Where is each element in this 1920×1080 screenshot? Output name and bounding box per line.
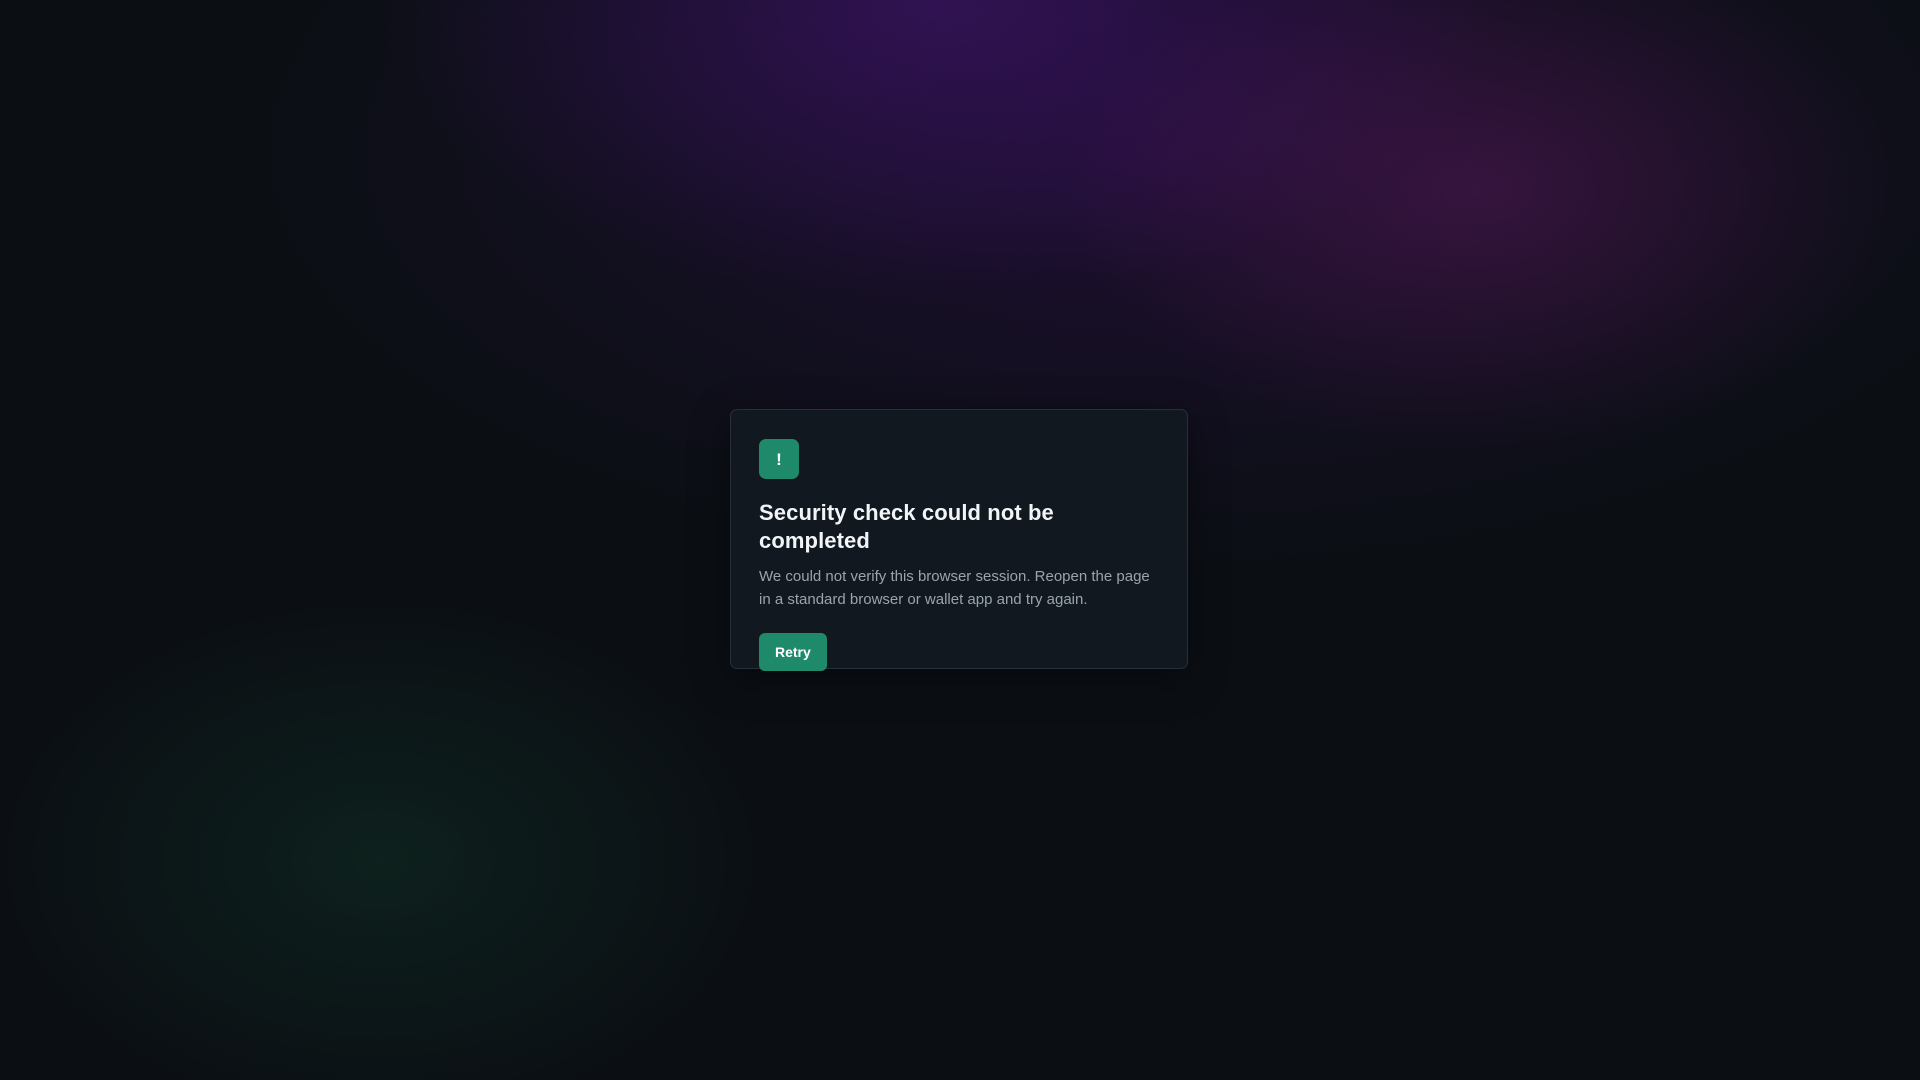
- card-message: We could not verify this browser session…: [759, 568, 1150, 608]
- retry-button[interactable]: Retry: [759, 633, 827, 671]
- security-check-card: ! Security check could not be completed …: [730, 409, 1188, 671]
- alert-badge: !: [759, 439, 799, 479]
- exclamation-icon: !: [776, 449, 782, 469]
- card-title: Security check could not be completed: [759, 500, 1054, 553]
